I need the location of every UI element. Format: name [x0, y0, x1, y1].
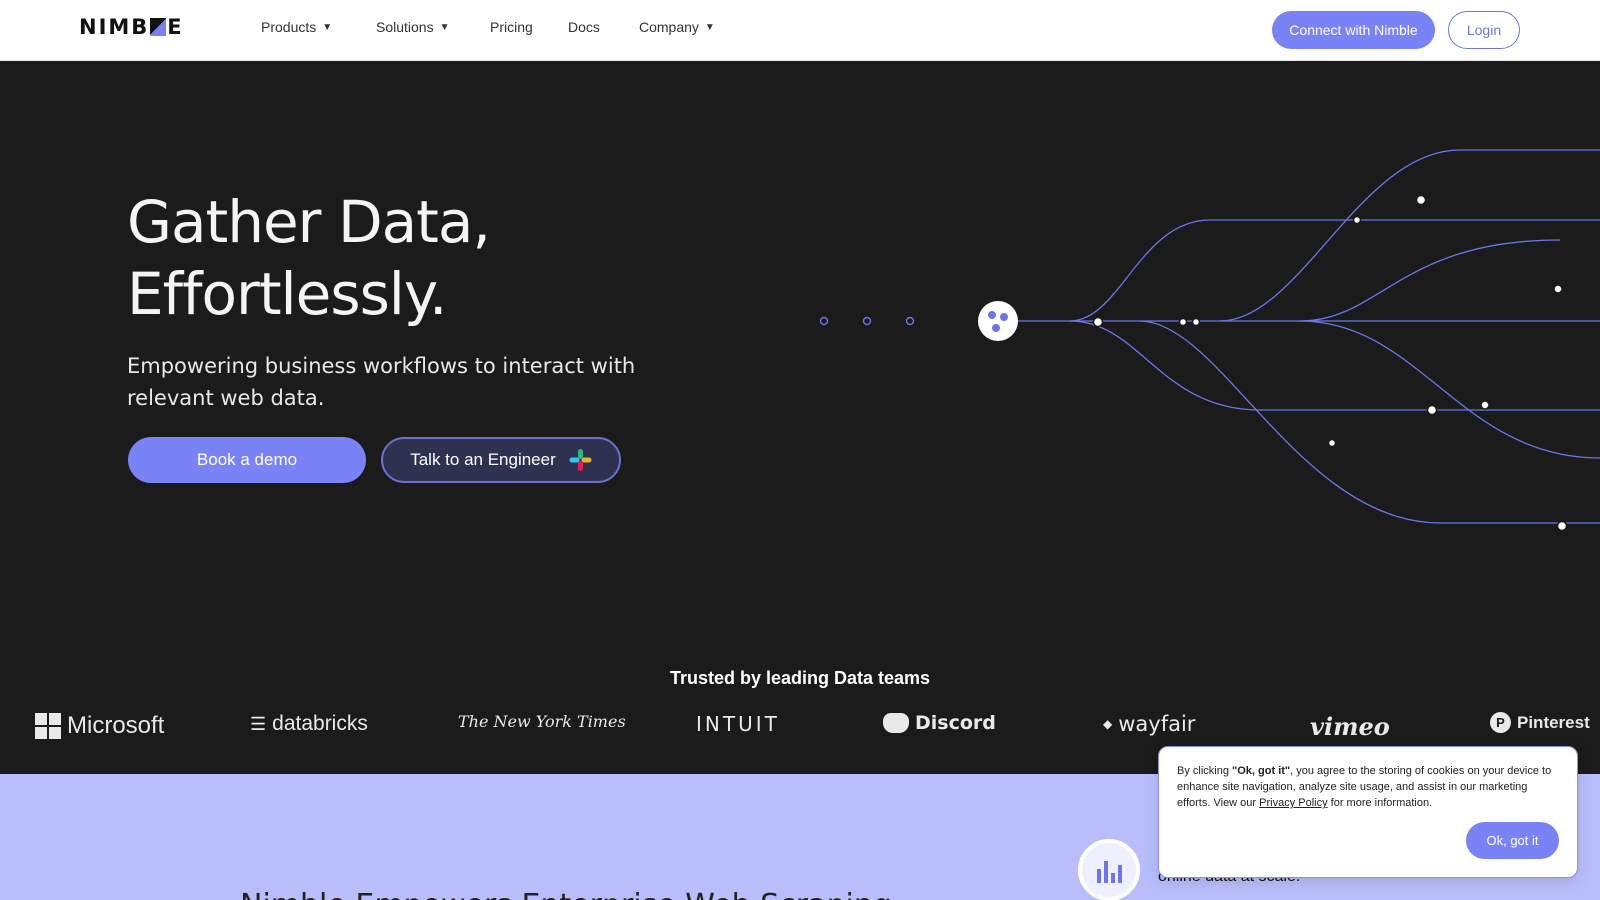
- cookie-consent-text: By clicking "Ok, got it", you agree to t…: [1177, 765, 1552, 809]
- connect-with-nimble-button[interactable]: Connect with Nimble: [1272, 11, 1435, 49]
- talk-to-engineer-button[interactable]: Talk to an Engineer: [381, 437, 621, 483]
- bar-chart-icon: [1078, 839, 1140, 900]
- chevron-down-icon: ▼: [704, 21, 715, 33]
- nav-docs[interactable]: Docs: [568, 19, 600, 35]
- nav-docs-label: Docs: [568, 19, 600, 35]
- wayfair-logo-text: wayfair: [1118, 712, 1196, 736]
- intuit-logo: INTUIT: [696, 712, 780, 736]
- nyt-logo-text: The New York Times: [458, 712, 626, 731]
- nav-products[interactable]: Products ▼: [261, 19, 332, 35]
- hero-subtitle: Empowering business workflows to interac…: [127, 354, 636, 410]
- nimble-node-icon: [978, 301, 1018, 341]
- slack-icon: [569, 449, 592, 471]
- nyt-logo: The New York Times: [458, 712, 626, 731]
- vimeo-logo-text: vimeo: [1310, 712, 1390, 741]
- top-navbar: NIMB E Products ▼ Solutions ▼ Pricing Doc…: [0, 0, 1600, 61]
- vimeo-logo: vimeo: [1310, 712, 1390, 741]
- cookie-consent-dialog: By clicking "Ok, got it", you agree to t…: [1158, 746, 1578, 878]
- hero-title-line2: Effortlessly.: [127, 260, 447, 328]
- nav-company-label: Company: [639, 19, 699, 35]
- chevron-down-icon: ▼: [322, 21, 333, 33]
- microsoft-logo-text: Microsoft: [67, 712, 165, 739]
- privacy-policy-link[interactable]: Privacy Policy: [1259, 797, 1327, 809]
- nav-solutions-label: Solutions: [376, 19, 434, 35]
- pinterest-logo: P Pinterest: [1490, 712, 1590, 733]
- wayfair-logo: ◆ wayfair: [1103, 712, 1195, 736]
- hero-title-line1: Gather Data,: [127, 188, 491, 256]
- databricks-logo: ☰ databricks: [250, 712, 368, 736]
- talk-to-engineer-label: Talk to an Engineer: [410, 450, 556, 469]
- logo-mark-icon: [150, 18, 167, 36]
- discord-icon: [883, 713, 909, 733]
- nav-pricing-label: Pricing: [490, 19, 533, 35]
- logo-text-right: E: [167, 15, 184, 39]
- trusted-heading: Trusted by leading Data teams: [669, 668, 931, 688]
- nimble-logo[interactable]: NIMB E: [79, 15, 184, 39]
- pinterest-icon: P: [1490, 712, 1511, 733]
- pinterest-logo-text: Pinterest: [1517, 712, 1590, 732]
- data-flow-illustration: [740, 149, 1600, 532]
- databricks-logo-text: databricks: [272, 712, 368, 735]
- intuit-logo-text: INTUIT: [696, 712, 780, 736]
- logo-text-left: NIMB: [79, 15, 150, 39]
- login-button[interactable]: Login: [1448, 11, 1520, 49]
- databricks-icon: ☰: [250, 713, 267, 734]
- cookie-ok-button[interactable]: Ok, got it: [1466, 822, 1559, 859]
- book-demo-button[interactable]: Book a demo: [128, 437, 366, 483]
- chevron-down-icon: ▼: [439, 21, 450, 33]
- nav-pricing[interactable]: Pricing: [490, 19, 533, 35]
- discord-logo: Discord: [883, 712, 996, 734]
- wayfair-icon: ◆: [1103, 717, 1113, 731]
- microsoft-logo: Microsoft: [35, 712, 164, 740]
- nav-products-label: Products: [261, 19, 317, 35]
- nav-company[interactable]: Company ▼: [639, 19, 715, 35]
- microsoft-icon: [35, 713, 61, 739]
- nav-solutions[interactable]: Solutions ▼: [376, 19, 450, 35]
- discord-logo-text: Discord: [915, 712, 996, 734]
- band-heading: Nimble Empowers Enterprise Web Scraping: [240, 888, 892, 900]
- hero-title: Gather Data, Effortlessly.: [127, 186, 491, 330]
